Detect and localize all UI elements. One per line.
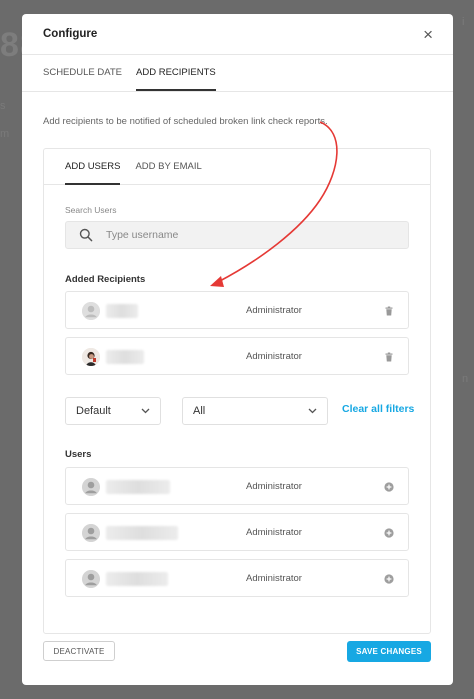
- avatar: [82, 302, 100, 320]
- chevron-down-icon: [308, 408, 317, 414]
- configure-modal: Configure × SCHEDULE DATE ADD RECIPIENTS…: [22, 14, 453, 685]
- avatar: [82, 478, 100, 496]
- default-avatar-icon: [82, 302, 100, 320]
- search-input[interactable]: [106, 229, 386, 241]
- role-filter-select[interactable]: Default: [65, 397, 161, 425]
- user-row: Administrator: [65, 513, 409, 551]
- recipient-role: Administrator: [246, 305, 302, 316]
- search-users-label: Search Users: [65, 205, 117, 215]
- user-role: Administrator: [246, 527, 302, 538]
- modal-header: Configure ×: [22, 14, 453, 54]
- close-icon[interactable]: ×: [423, 26, 433, 43]
- avatar: [82, 570, 100, 588]
- tab-add-recipients[interactable]: ADD RECIPIENTS: [136, 55, 216, 91]
- save-changes-button[interactable]: SAVE CHANGES: [347, 641, 431, 662]
- background-text: i: [462, 16, 465, 28]
- tab-add-users[interactable]: ADD USERS: [65, 149, 121, 185]
- panel-tabs: ADD USERS ADD BY EMAIL: [44, 149, 430, 185]
- trash-icon[interactable]: [384, 306, 394, 316]
- user-photo-icon: [82, 348, 100, 366]
- role-filter-value: Default: [76, 405, 111, 417]
- plus-circle-icon[interactable]: [384, 528, 394, 538]
- blurred-username: [106, 572, 168, 586]
- background-text: m: [0, 128, 10, 140]
- modal-tabs: SCHEDULE DATE ADD RECIPIENTS: [22, 55, 453, 91]
- default-avatar-icon: [82, 478, 100, 496]
- status-filter-select[interactable]: All: [182, 397, 328, 425]
- user-row: Administrator: [65, 467, 409, 505]
- modal-title: Configure: [43, 28, 98, 40]
- clear-all-filters-link[interactable]: Clear all filters: [342, 403, 414, 415]
- blurred-username: [106, 304, 138, 318]
- added-recipients-heading: Added Recipients: [65, 274, 146, 285]
- users-heading: Users: [65, 449, 92, 460]
- recipients-panel: ADD USERS ADD BY EMAIL Search Users Adde…: [43, 148, 431, 634]
- search-box[interactable]: [65, 221, 409, 249]
- user-role: Administrator: [246, 573, 302, 584]
- recipient-role: Administrator: [246, 351, 302, 362]
- default-avatar-icon: [82, 570, 100, 588]
- background-text: n: [462, 373, 469, 385]
- tab-add-by-email[interactable]: ADD BY EMAIL: [135, 149, 201, 184]
- recipient-row: Administrator: [65, 337, 409, 375]
- search-icon: [79, 228, 93, 242]
- blurred-username: [106, 480, 170, 494]
- deactivate-button[interactable]: DEACTIVATE: [43, 641, 115, 661]
- status-filter-value: All: [193, 405, 206, 417]
- tab-schedule-date[interactable]: SCHEDULE DATE: [43, 55, 122, 91]
- default-avatar-icon: [82, 524, 100, 542]
- user-row: Administrator: [65, 559, 409, 597]
- trash-icon[interactable]: [384, 352, 394, 362]
- recipient-row: Administrator: [65, 291, 409, 329]
- description-text: Add recipients to be notified of schedul…: [43, 116, 328, 127]
- blurred-username: [106, 350, 144, 364]
- avatar: [82, 524, 100, 542]
- plus-circle-icon[interactable]: [384, 482, 394, 492]
- avatar: [82, 348, 100, 366]
- chevron-down-icon: [141, 408, 150, 414]
- plus-circle-icon[interactable]: [384, 574, 394, 584]
- background-text: s: [0, 100, 6, 112]
- blurred-username: [106, 526, 178, 540]
- user-role: Administrator: [246, 481, 302, 492]
